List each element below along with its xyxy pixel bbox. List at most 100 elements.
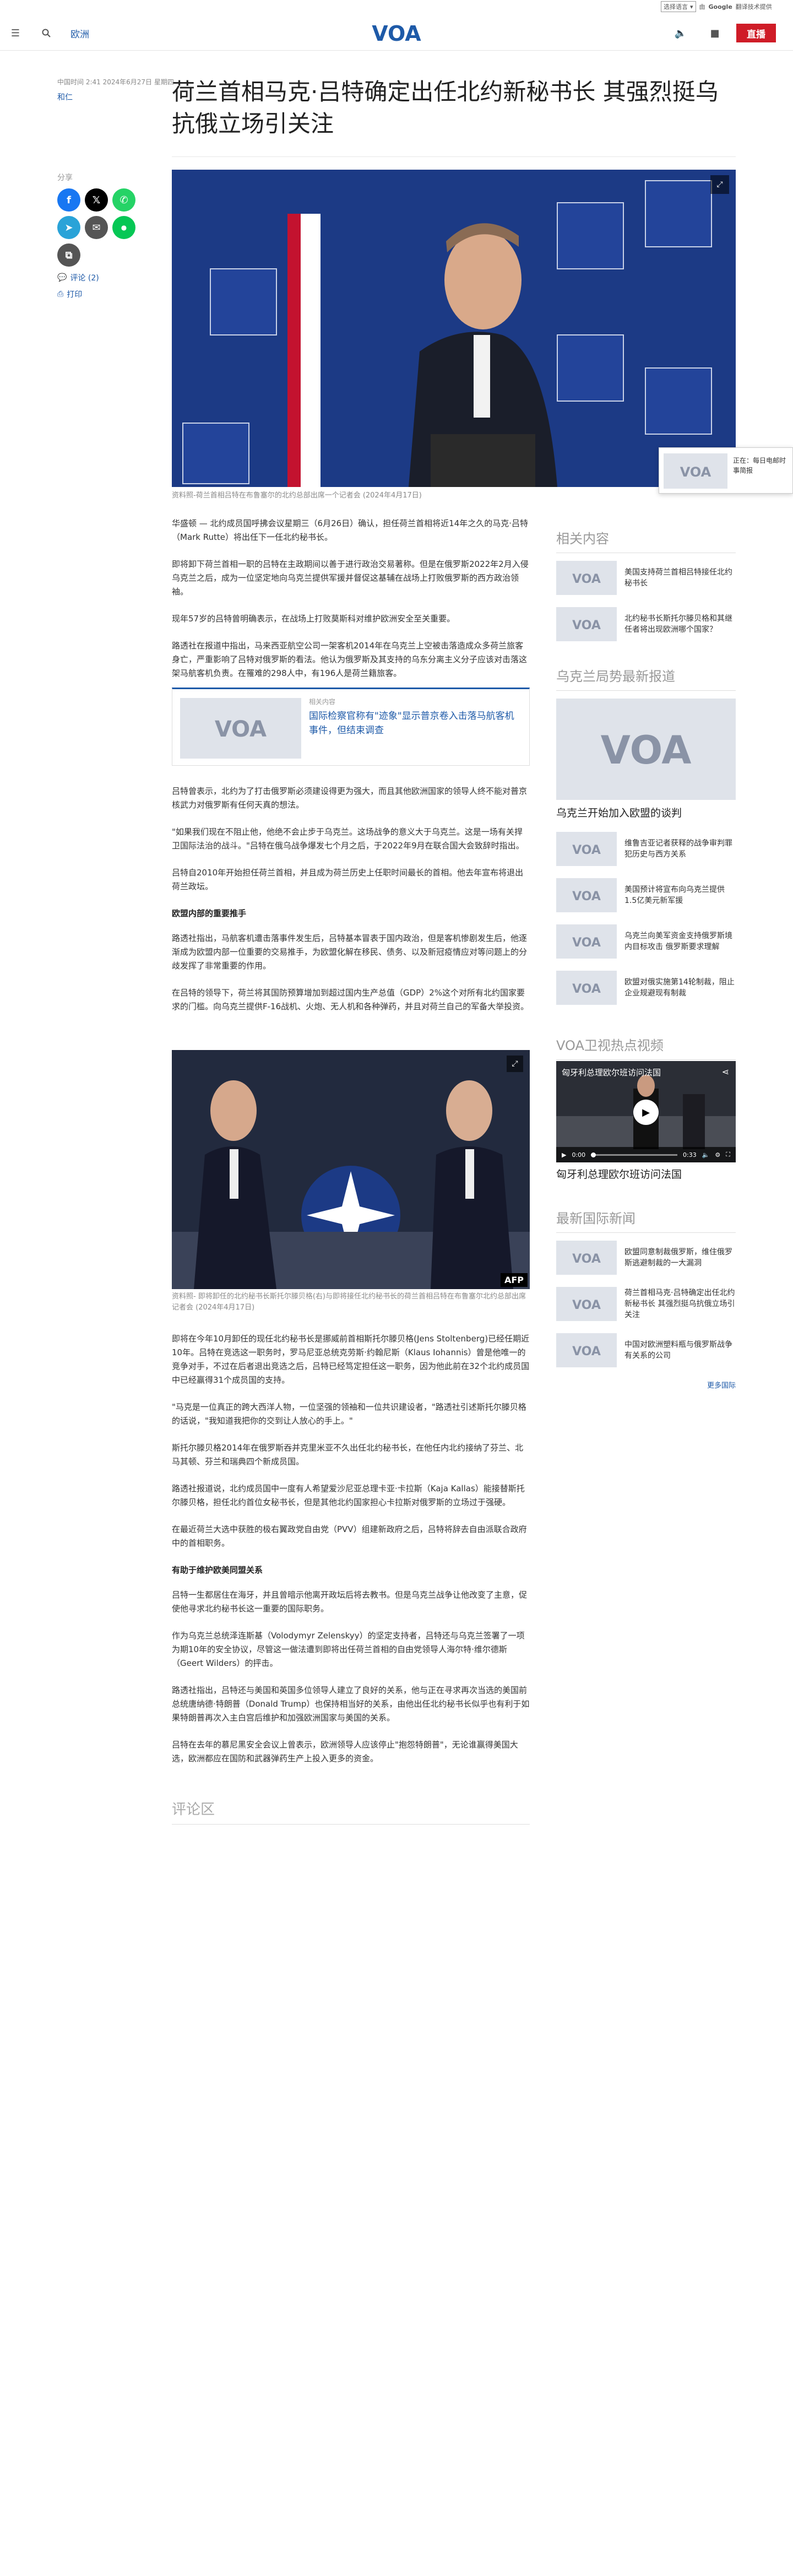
share-icon[interactable]: ⋖ <box>722 1067 729 1077</box>
play-icon[interactable]: ▶ <box>562 1151 566 1159</box>
voa-logo[interactable]: VOA <box>367 21 426 46</box>
list-item[interactable]: VOA 北约秘书长斯托尔滕贝格和其继任者将出现欧洲哪个国家？ <box>556 607 736 641</box>
paragraph: 路透社报道说，北约成员国中一度有人希望爱沙尼亚总理卡亚·卡拉斯（Kaja Kal… <box>172 1484 525 1507</box>
paragraph: 路透社指出，马航客机遭击落事件发生后，吕特基本冒表于国内政治，但是客机惨剧发生后… <box>172 933 528 971</box>
expand-icon[interactable]: ⤢ <box>507 1056 523 1072</box>
item-title: 北约秘书长斯托尔滕贝格和其继任者将出现欧洲哪个国家？ <box>624 614 732 634</box>
language-select-label: 选择语言 <box>664 3 688 10</box>
article-body-1: 华盛顿 — 北约成员国呼拂会议星期三（6月26日）确认，担任荷兰首相将近14年之… <box>172 517 530 694</box>
paragraph: "如果我们现在不阻止他，他绝不会止步于乌克兰。这场战争的意义大于乌克兰。这是一场… <box>172 827 524 851</box>
fullscreen-icon[interactable]: ⛶ <box>726 1151 730 1159</box>
list-item[interactable]: VOA 荷兰首相马克·吕特确定出任北约新秘书长 其强烈挺乌抗俄立场引关注 <box>556 1287 736 1321</box>
video-total-time: 0:33 <box>683 1151 697 1159</box>
list-item[interactable]: VOA 欧盟同意制裁俄罗斯，维住俄罗斯逃避制裁的一大漏洞 <box>556 1241 736 1275</box>
paragraph: 吕特一生都居住在海牙，并且曾暗示他离开政坛后将去教书。但是乌克兰战争让他改变了主… <box>172 1590 528 1614</box>
photo-2-illustration <box>172 1050 530 1289</box>
sticky-newsletter-promo[interactable]: VOA 正在：每日电邮时事简报 <box>659 447 793 494</box>
afp-badge: AFP <box>500 1273 528 1287</box>
paragraph: 在最近荷兰大选中获胜的极右翼政党自由党（PVV）组建新政府之后，吕特将辞去自由派… <box>172 1524 527 1548</box>
item-title: 中国对欧洲塑料瓶与俄罗斯战争有关系的公司 <box>624 1340 732 1360</box>
sidebar-related: 相关内容 VOA 美国支持荷兰首相吕特接任北约秘书长 VOA 北约秘书长斯托尔滕贝格… <box>556 528 736 653</box>
list-item[interactable]: VOA 中国对欧洲塑料瓶与俄罗斯战争有关系的公司 <box>556 1333 736 1367</box>
feature-thumbnail[interactable]: VOA <box>556 699 736 800</box>
thumb-logo: VOA <box>572 843 601 856</box>
article-date: 中国时间 2:41 2024年6月27日 星期四 <box>57 78 174 86</box>
paragraph: 即将卸下荷兰首相一职的吕特在主政期间以善于进行政治交易著称。但是在俄罗斯2022… <box>172 559 529 597</box>
play-icon[interactable]: ▶ <box>633 1100 659 1125</box>
section-heading: 有助于维护欧美同盟关系 <box>172 1565 263 1575</box>
list-item[interactable]: VOA 欧盟对俄实施第14轮制裁，阻止企业规避现有制裁 <box>556 971 736 1005</box>
translate-widget: 选择语言 ▾ 由 Google 翻译技术提供 <box>661 0 793 13</box>
item-title: 美国预计将宣布向乌克兰提供1.5亿美元新军援 <box>624 885 725 905</box>
item-thumbnail: VOA <box>556 1333 617 1367</box>
item-title: 美国支持荷兰首相吕特接任北约秘书长 <box>624 568 732 588</box>
volume-icon[interactable]: 🔈 <box>674 26 687 40</box>
telegram-icon[interactable]: ➤ <box>57 216 80 239</box>
related-card-headline[interactable]: 国际检察官称有"迹象"显示普京卷入击落马航客机事件，但结束调查 <box>309 709 518 738</box>
x-icon[interactable]: 𝕏 <box>85 188 108 212</box>
item-title: 欧盟同意制裁俄罗斯，维住俄罗斯逃避制裁的一大漏洞 <box>624 1248 732 1268</box>
line-icon[interactable]: ● <box>112 216 135 239</box>
link-icon[interactable]: ⧉ <box>57 243 80 267</box>
video-player[interactable]: 匈牙利总理欧尔班访问法国 ⋖ ▶ ▶ 0:00 0:33 🔈 ⚙ ⛶ <box>556 1061 736 1162</box>
hero-photo-illustration <box>172 170 736 487</box>
expand-icon[interactable]: ⤢ <box>710 175 729 194</box>
thumb-logo: VOA <box>572 1252 601 1265</box>
print-link[interactable]: ⎙ 打印 <box>57 289 145 300</box>
share-label: 分享 <box>57 174 73 182</box>
print-link-label: 打印 <box>67 290 83 299</box>
thumb-logo: VOA <box>572 572 601 585</box>
language-select[interactable]: 选择语言 ▾ <box>661 1 696 12</box>
thumb-logo: VOA <box>572 619 601 631</box>
video-caption[interactable]: 匈牙利总理欧尔班访问法国 <box>556 1167 736 1182</box>
search-icon[interactable] <box>40 26 53 40</box>
thumb-logo: VOA <box>572 936 601 949</box>
item-thumbnail: VOA <box>556 1241 617 1275</box>
comments-link[interactable]: 💬 评论 (2) <box>57 272 145 283</box>
settings-icon[interactable]: ⚙ <box>715 1151 720 1159</box>
article-body-3: 即将在今年10月卸任的现任北约秘书长是挪威前首相斯托尔滕贝格(Jens Stol… <box>172 1332 530 1779</box>
list-item[interactable]: VOA 维鲁吉亚记者获释的战争审判罪犯历史与西方关系 <box>556 832 736 866</box>
camera-icon[interactable]: ■ <box>708 26 721 40</box>
sidebar-intl-heading: 最新国际新闻 <box>556 1208 736 1233</box>
share-panel: 分享 f 𝕏 ✆ ➤ ✉ ● ⧉ 💬 评论 (2) ⎙ 打印 <box>57 172 145 300</box>
sidebar-ukraine-heading: 乌克兰局势最新报道 <box>556 665 736 691</box>
paragraph: 吕特自2010年开始担任荷兰首相，并且成为荷兰历史上任职时间最长的首相。他去年宣… <box>172 868 524 891</box>
whatsapp-icon[interactable]: ✆ <box>112 188 135 212</box>
volume-icon[interactable]: 🔈 <box>702 1151 710 1159</box>
title-divider <box>172 156 736 157</box>
region-link[interactable]: 欧洲 <box>70 26 89 40</box>
email-icon[interactable]: ✉ <box>85 216 108 239</box>
list-item[interactable]: VOA 乌克兰向美军资金支持俄罗斯境内目标攻击 俄罗斯要求理解 <box>556 924 736 959</box>
video-progress-bar[interactable] <box>591 1152 678 1157</box>
live-button[interactable]: 直播 <box>736 24 776 42</box>
feature-title[interactable]: 乌克兰开始加入欧盟的谈判 <box>556 805 736 821</box>
comment-icon: 💬 <box>57 273 67 282</box>
article-author[interactable]: 和仁 <box>57 91 73 102</box>
more-intl-link[interactable]: 更多国际 <box>556 1379 736 1390</box>
item-thumbnail: VOA <box>556 832 617 866</box>
item-thumbnail: VOA <box>556 878 617 912</box>
thumb-logo: VOA <box>572 1345 601 1357</box>
hero-photo[interactable]: ⤢ <box>172 170 736 487</box>
google-brand: Google <box>708 3 732 10</box>
article-photo-2[interactable]: ⤢ AFP <box>172 1050 530 1289</box>
thumb-logo: VOA <box>572 982 601 995</box>
sidebar-related-heading: 相关内容 <box>556 528 736 553</box>
thumb-logo: VOA <box>572 890 601 902</box>
video-title: 匈牙利总理欧尔班访问法国 <box>562 1068 661 1078</box>
translate-powered-suffix: 翻译技术提供 <box>735 3 772 10</box>
related-card-kicker: 相关内容 <box>309 698 336 706</box>
related-article-card[interactable]: VOA 相关内容 国际检察官称有"迹象"显示普京卷入击落马航客机事件，但结束调查 <box>172 688 530 766</box>
facebook-icon[interactable]: f <box>57 188 80 212</box>
sidebar-ukraine: 乌克兰局势最新报道 VOA 乌克兰开始加入欧盟的谈判 VOA 维鲁吉亚记者获释的战… <box>556 665 736 1017</box>
item-title: 欧盟对俄实施第14轮制裁，阻止企业规避现有制裁 <box>624 978 735 998</box>
sticky-thumbnail: VOA <box>664 453 727 489</box>
sidebar-video-heading: VOA卫视热点视频 <box>556 1035 736 1060</box>
list-item[interactable]: VOA 美国支持荷兰首相吕特接任北约秘书长 <box>556 561 736 595</box>
paragraph: 现年57岁的吕特曾明确表示，在战场上打败莫斯科对维护欧洲安全至关重要。 <box>172 614 455 624</box>
item-title: 乌克兰向美军资金支持俄罗斯境内目标攻击 俄罗斯要求理解 <box>624 932 732 951</box>
photo-2-caption: 资料照- 即将卸任的北约秘书长斯托尔滕贝格(右)与即将接任北约秘书长的荷兰首相吕… <box>172 1292 526 1312</box>
list-item[interactable]: VOA 美国预计将宣布向乌克兰提供1.5亿美元新军援 <box>556 878 736 912</box>
menu-icon[interactable]: ☰ <box>9 26 22 40</box>
